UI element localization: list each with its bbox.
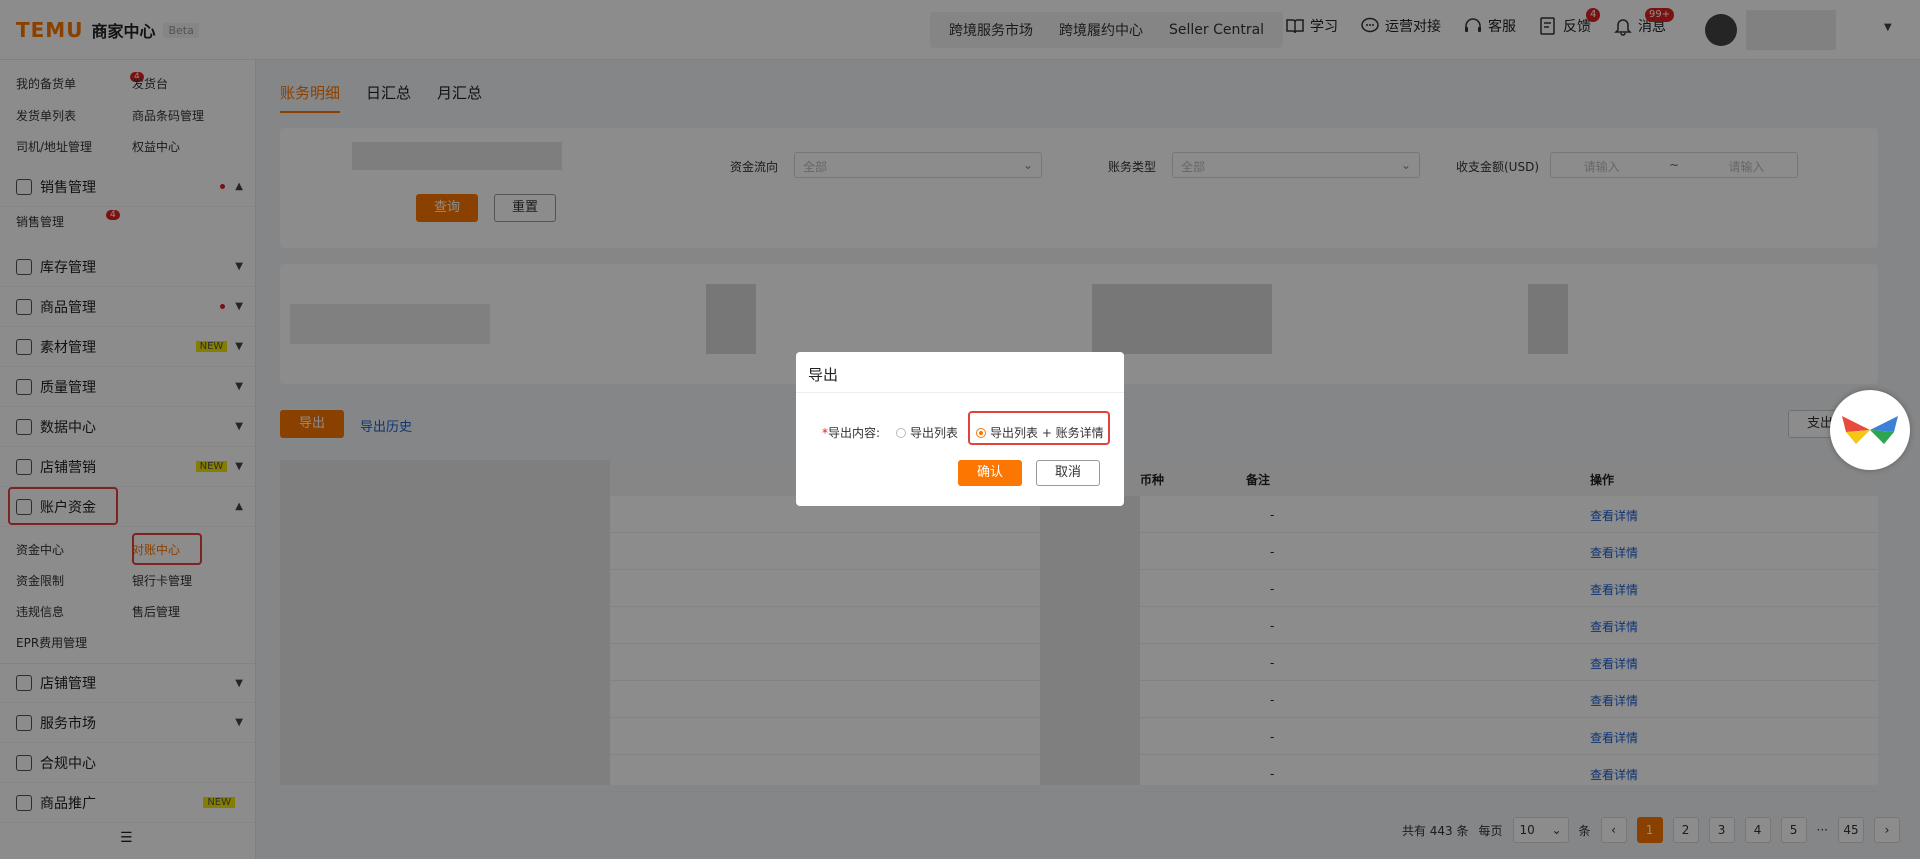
- radio-label: 导出列表: [910, 426, 959, 440]
- dialog-title: 导出: [808, 366, 839, 384]
- export-content-text: 导出内容:: [828, 426, 881, 440]
- cancel-button[interactable]: 取消: [1036, 460, 1100, 486]
- export-dialog: 导出 *导出内容: 导出列表 导出列表 + 账务详情 确认 取消: [796, 352, 1124, 506]
- radio-circle: [896, 427, 906, 438]
- assistant-fab[interactable]: [1830, 390, 1910, 470]
- confirm-button[interactable]: 确认: [958, 460, 1022, 486]
- export-content-label: *导出内容:: [822, 424, 880, 441]
- radio-export-list[interactable]: 导出列表: [896, 424, 958, 441]
- highlight-box: [968, 411, 1110, 445]
- dialog-divider: [796, 392, 1124, 393]
- butterfly-icon: [1842, 416, 1898, 444]
